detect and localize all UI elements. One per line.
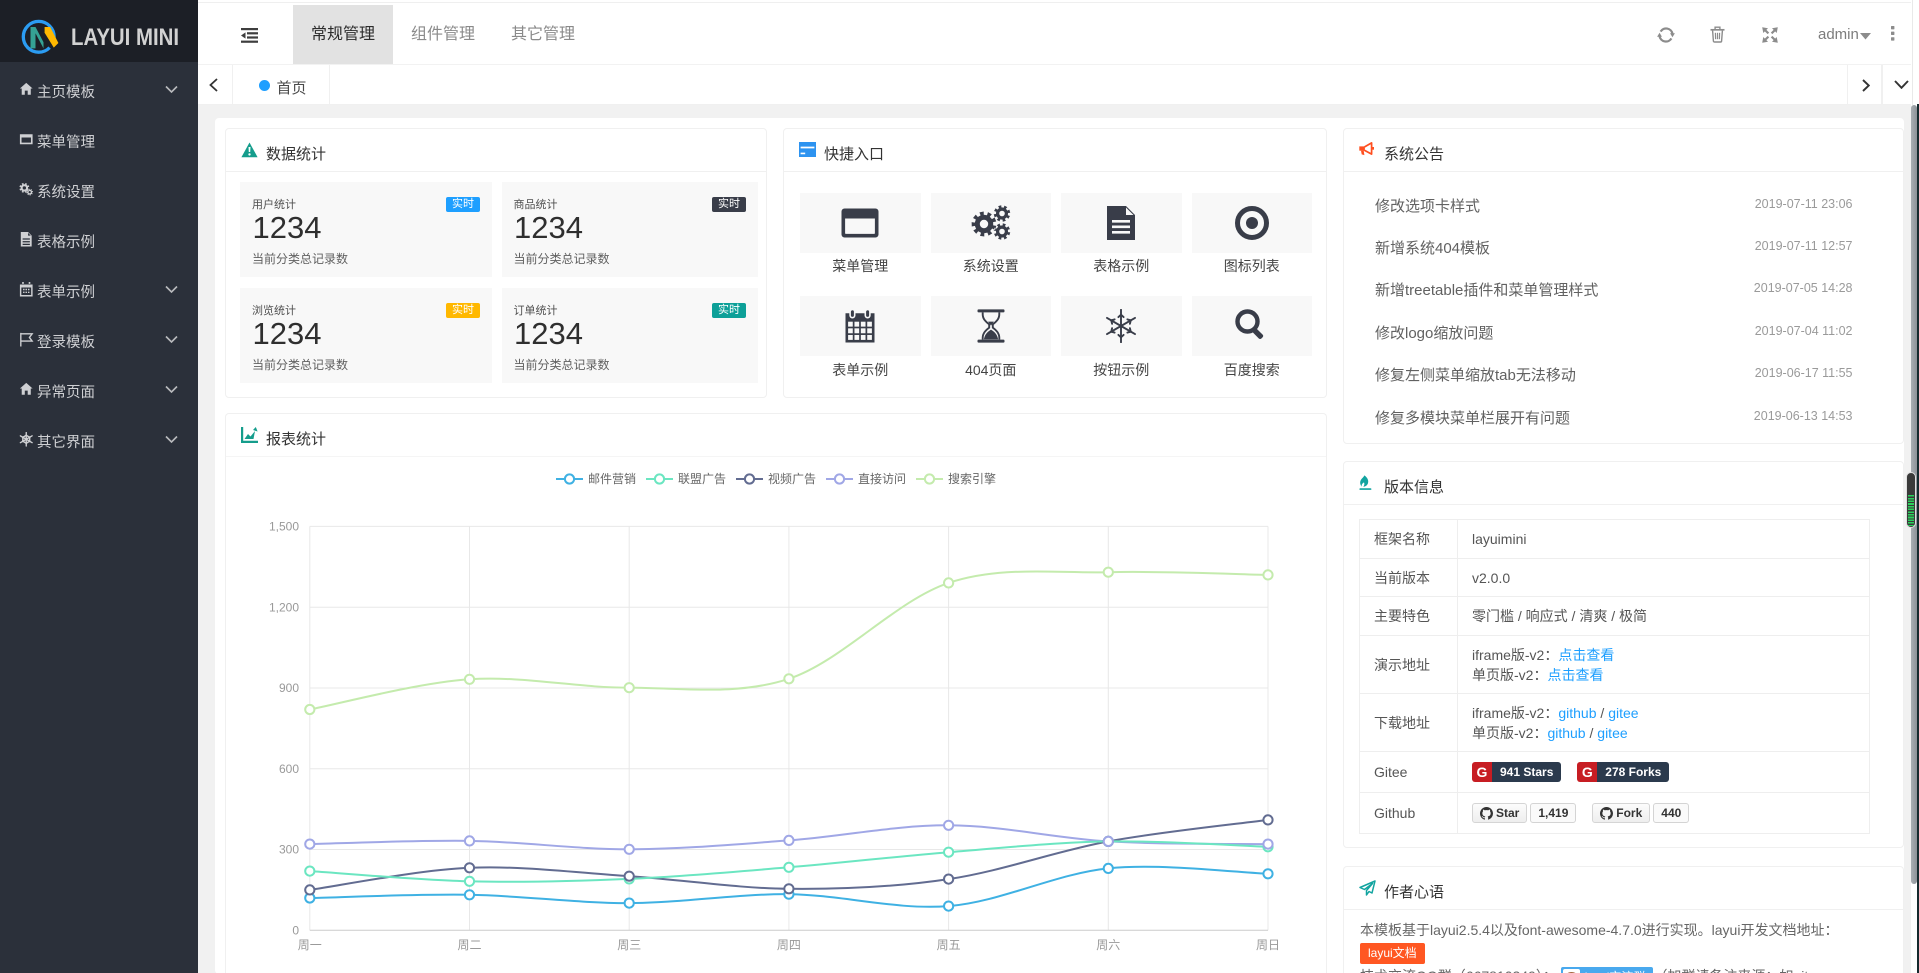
- svg-text:周五: 周五: [937, 938, 961, 952]
- svg-text:600: 600: [279, 762, 299, 776]
- svg-text:周日: 周日: [1256, 938, 1280, 952]
- svg-text:300: 300: [279, 843, 299, 857]
- svg-text:1,200: 1,200: [269, 600, 299, 614]
- svg-text:周一: 周一: [298, 938, 322, 952]
- svg-text:1,500: 1,500: [269, 520, 299, 534]
- svg-text:周六: 周六: [1096, 938, 1120, 952]
- svg-text:900: 900: [279, 681, 299, 695]
- svg-text:周三: 周三: [617, 938, 641, 952]
- svg-text:周四: 周四: [777, 938, 801, 952]
- svg-text:周二: 周二: [457, 938, 481, 952]
- svg-text:0: 0: [292, 924, 299, 938]
